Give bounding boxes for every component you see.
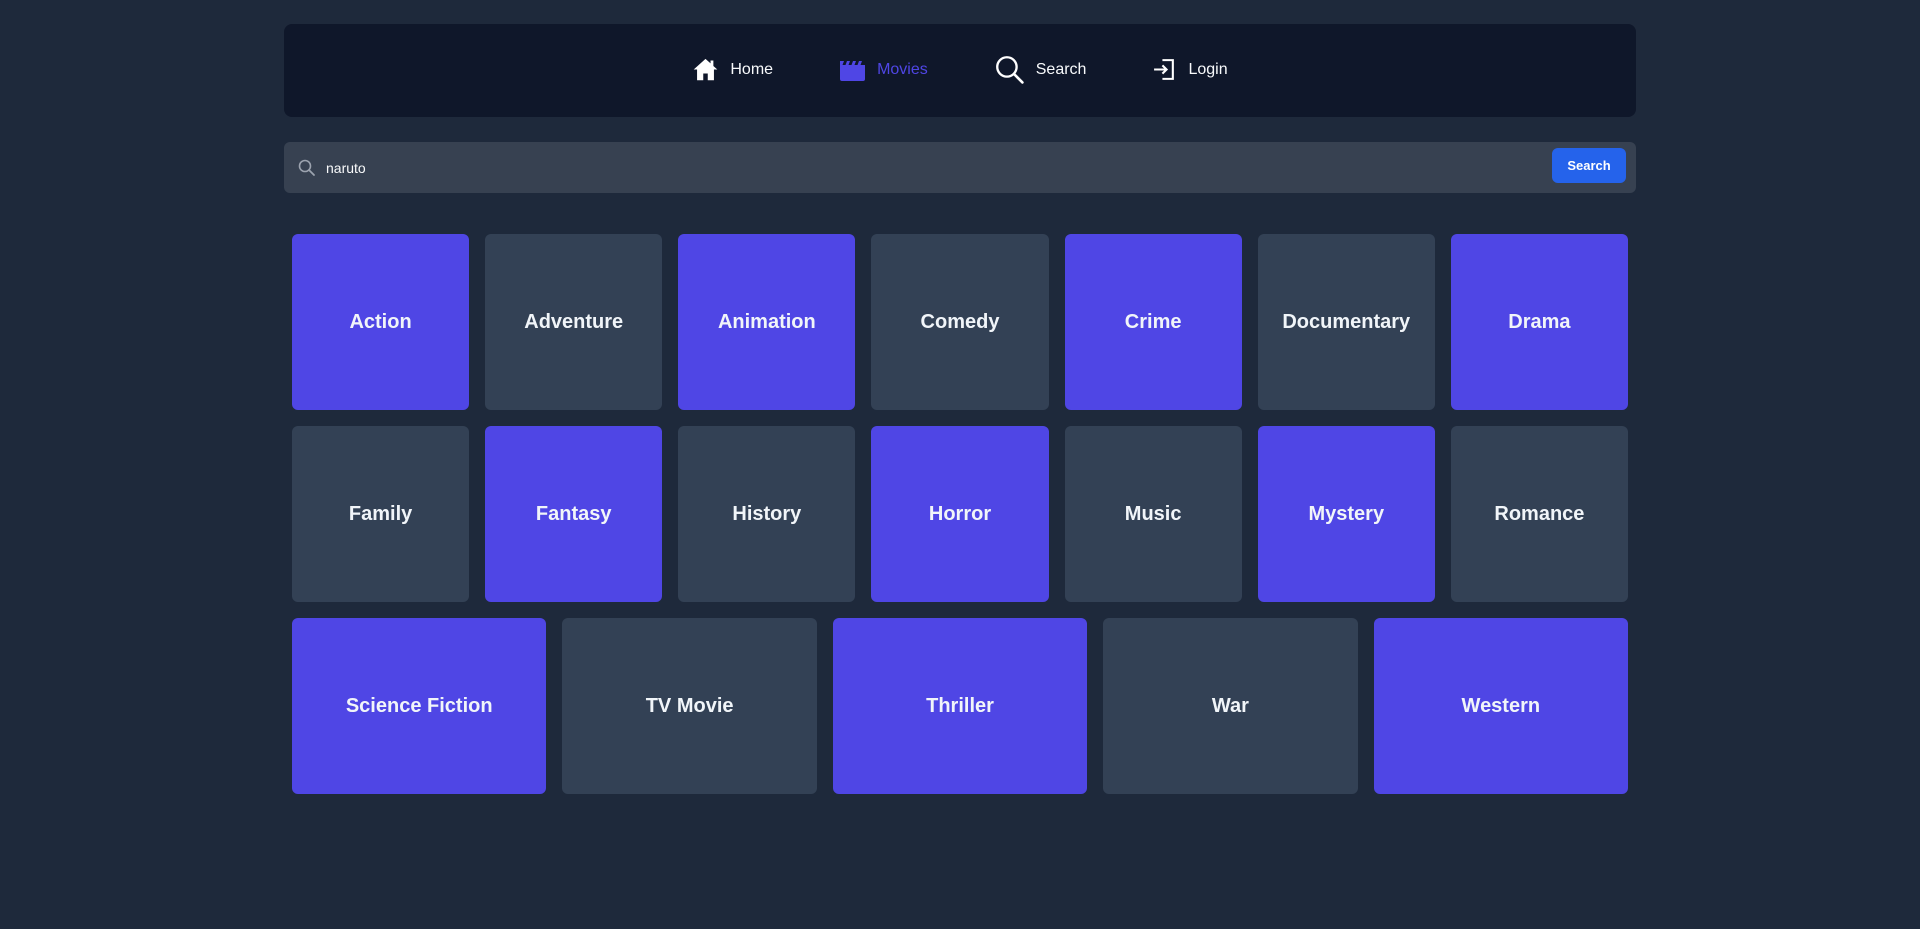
genre-tile-comedy[interactable]: Comedy — [871, 234, 1049, 410]
genre-tile-tv-movie[interactable]: TV Movie — [562, 618, 817, 794]
genre-row-2: Family Fantasy History Horror Music Myst… — [292, 426, 1628, 602]
genre-row-3: Science Fiction TV Movie Thriller War We… — [292, 618, 1629, 794]
search-bar: Search — [284, 142, 1636, 193]
genre-tile-adventure[interactable]: Adventure — [485, 234, 663, 410]
genre-tile-mystery[interactable]: Mystery — [1257, 426, 1435, 602]
nav-item-search[interactable]: Search — [994, 54, 1087, 85]
top-nav: Home Movies Search Login — [284, 24, 1636, 117]
genre-tile-horror[interactable]: Horror — [871, 426, 1049, 602]
genre-tile-fantasy[interactable]: Fantasy — [485, 426, 663, 602]
genre-tile-family[interactable]: Family — [292, 426, 470, 602]
nav-label-home: Home — [730, 60, 774, 78]
clapperboard-icon — [839, 58, 866, 82]
nav-item-login[interactable]: Login — [1152, 57, 1228, 82]
genre-tile-science-fiction[interactable]: Science Fiction — [292, 618, 547, 794]
nav-label-login: Login — [1188, 60, 1228, 78]
nav-label-movies: Movies — [877, 60, 928, 78]
search-icon — [994, 54, 1025, 85]
genre-tile-crime[interactable]: Crime — [1064, 234, 1242, 410]
genre-tile-thriller[interactable]: Thriller — [832, 618, 1088, 794]
search-button[interactable]: Search — [1552, 148, 1626, 183]
login-icon — [1152, 57, 1177, 82]
genre-tile-western[interactable]: Western — [1373, 618, 1629, 794]
nav-label-search: Search — [1035, 60, 1087, 78]
nav-item-home[interactable]: Home — [692, 56, 773, 83]
home-icon — [692, 56, 719, 83]
genre-row-1: Action Adventure Animation Comedy Crime … — [292, 234, 1628, 410]
genre-tile-history[interactable]: History — [678, 426, 856, 602]
genre-tile-animation[interactable]: Animation — [678, 234, 856, 410]
genre-tile-action[interactable]: Action — [292, 234, 470, 410]
genre-tile-music[interactable]: Music — [1064, 426, 1242, 602]
search-input[interactable] — [326, 159, 1636, 176]
search-field-icon — [298, 159, 315, 176]
genre-tile-war[interactable]: War — [1103, 618, 1358, 794]
genre-tile-romance[interactable]: Romance — [1450, 426, 1628, 602]
nav-item-movies[interactable]: Movies — [839, 58, 928, 82]
nav-items: Home Movies Search Login — [659, 54, 1260, 85]
genre-tile-drama[interactable]: Drama — [1450, 234, 1628, 410]
genre-tile-documentary[interactable]: Documentary — [1257, 234, 1435, 410]
